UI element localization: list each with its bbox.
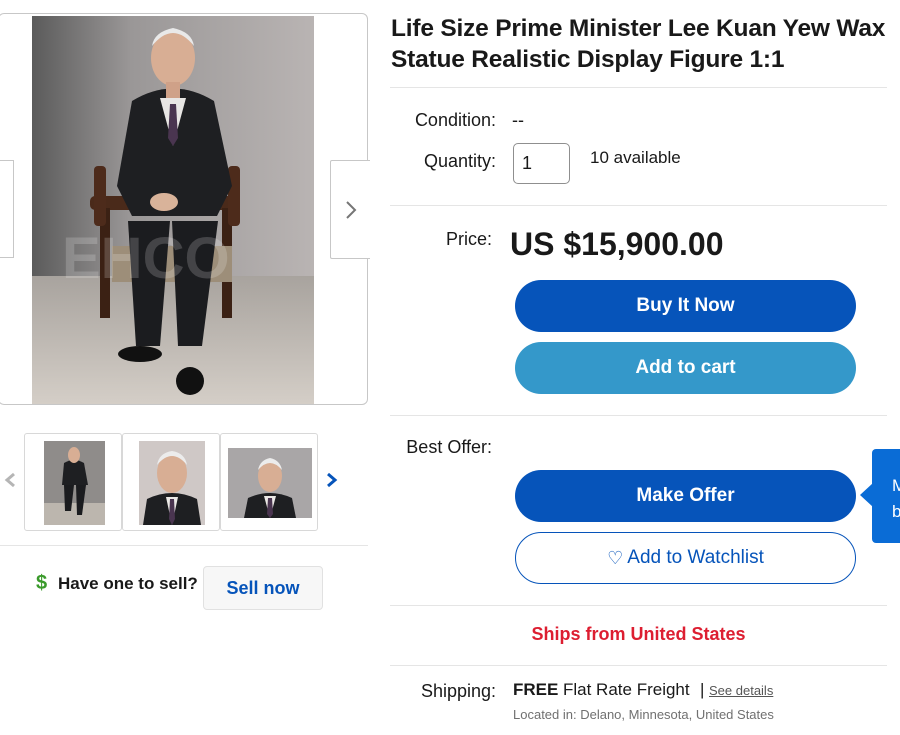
tooltip-line-2: b	[892, 502, 900, 521]
heart-icon: ♡	[607, 547, 624, 568]
tooltip-line-1: M	[892, 476, 900, 495]
thumbnail-3[interactable]	[220, 433, 318, 531]
listing-title: Life Size Prime Minister Lee Kuan Yew Wa…	[391, 15, 886, 73]
main-image-prev-edge[interactable]	[0, 160, 14, 258]
available-count: 10 available	[590, 148, 681, 167]
ships-from-notice: Ships from United States	[531, 624, 746, 644]
price-label: Price:	[445, 229, 492, 249]
svg-text:EHCO: EHCO	[62, 226, 230, 291]
shipping-label: Shipping:	[420, 681, 496, 701]
add-to-watchlist-button[interactable]: ♡ Add to Watchlist	[515, 532, 856, 584]
sell-prompt-text: Have one to sell?	[58, 573, 198, 593]
buy-it-now-button[interactable]: Buy It Now	[515, 280, 856, 332]
left-divider	[0, 545, 368, 546]
thumbnail-prev-button[interactable]	[2, 470, 18, 490]
quantity-input[interactable]	[513, 143, 570, 184]
thumbnail-2[interactable]	[122, 433, 220, 531]
chevron-right-icon	[327, 472, 338, 488]
main-image-next-button[interactable]	[330, 160, 370, 259]
condition-value: --	[512, 110, 524, 130]
divider	[390, 205, 887, 206]
quantity-label: Quantity:	[423, 151, 496, 171]
sell-now-button[interactable]: Sell now	[203, 566, 323, 610]
add-to-cart-button[interactable]: Add to cart	[515, 342, 856, 394]
shipping-method: Flat Rate Freight	[563, 680, 690, 699]
offer-tooltip: M b	[872, 449, 900, 543]
best-offer-label: Best Offer:	[406, 437, 492, 457]
thumbnail-next-button[interactable]	[324, 470, 340, 490]
dollar-icon: $	[36, 572, 48, 594]
price-value: US $15,900.00	[510, 226, 724, 262]
shipping-free: FREE	[513, 680, 559, 699]
main-product-image[interactable]: EHCO	[32, 16, 314, 404]
make-offer-button[interactable]: Make Offer	[515, 470, 856, 522]
thumbnail-1[interactable]	[24, 433, 122, 531]
item-location: Located in: Delano, Minnesota, United St…	[513, 707, 774, 722]
divider	[390, 415, 887, 416]
divider	[390, 87, 887, 88]
chevron-left-icon	[4, 472, 15, 488]
shipping-separator: |	[700, 680, 705, 699]
chevron-right-icon	[345, 200, 356, 219]
sell-prompt: $ Have one to sell?	[36, 572, 198, 595]
add-to-watchlist-label: Add to Watchlist	[627, 547, 764, 568]
divider	[390, 605, 887, 606]
see-details-link[interactable]: See details	[709, 683, 773, 698]
divider	[390, 665, 887, 666]
condition-label: Condition:	[414, 110, 496, 130]
